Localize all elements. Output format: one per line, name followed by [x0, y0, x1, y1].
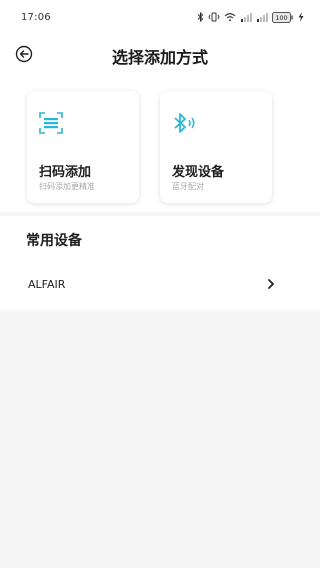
battery-icon: 100 [272, 11, 293, 23]
device-name: ALFAIR [28, 278, 66, 291]
section-title: 常用设备 [26, 233, 82, 249]
page-title: 选择添加方式 [111, 48, 208, 67]
bluetooth-icon [174, 113, 195, 133]
device-row[interactable]: ALFAIR [0, 266, 320, 302]
signal-icon [241, 13, 252, 22]
page-header: 选择添加方式 [0, 36, 320, 80]
chevron-right-icon [268, 279, 274, 289]
status-icons: 100 [197, 11, 304, 23]
add-methods: 扫码添加 扫码添加更精准 发现设备 蓝牙配对 [0, 80, 320, 212]
vibrate-icon [208, 12, 220, 22]
status-bar: 17:06 100 [0, 0, 320, 36]
bluetooth-status-icon [197, 12, 204, 22]
qr-scan-icon [39, 112, 63, 134]
signal-2-icon [257, 13, 268, 22]
card-title: 扫码添加 [39, 165, 92, 180]
status-time: 17:06 [21, 12, 51, 23]
common-devices-section: 常用设备 ALFAIR [0, 212, 320, 310]
discover-device-card[interactable]: 发现设备 蓝牙配对 [160, 91, 272, 203]
card-subtitle: 扫码添加更精准 [39, 182, 95, 191]
scan-add-card[interactable]: 扫码添加 扫码添加更精准 [27, 91, 139, 203]
wifi-icon [224, 13, 236, 22]
card-title: 发现设备 [172, 165, 225, 180]
battery-level: 100 [275, 14, 287, 22]
charging-icon [298, 12, 304, 22]
card-icon-wrap [172, 111, 198, 135]
card-icon-wrap [39, 111, 65, 135]
card-subtitle: 蓝牙配对 [172, 182, 204, 191]
